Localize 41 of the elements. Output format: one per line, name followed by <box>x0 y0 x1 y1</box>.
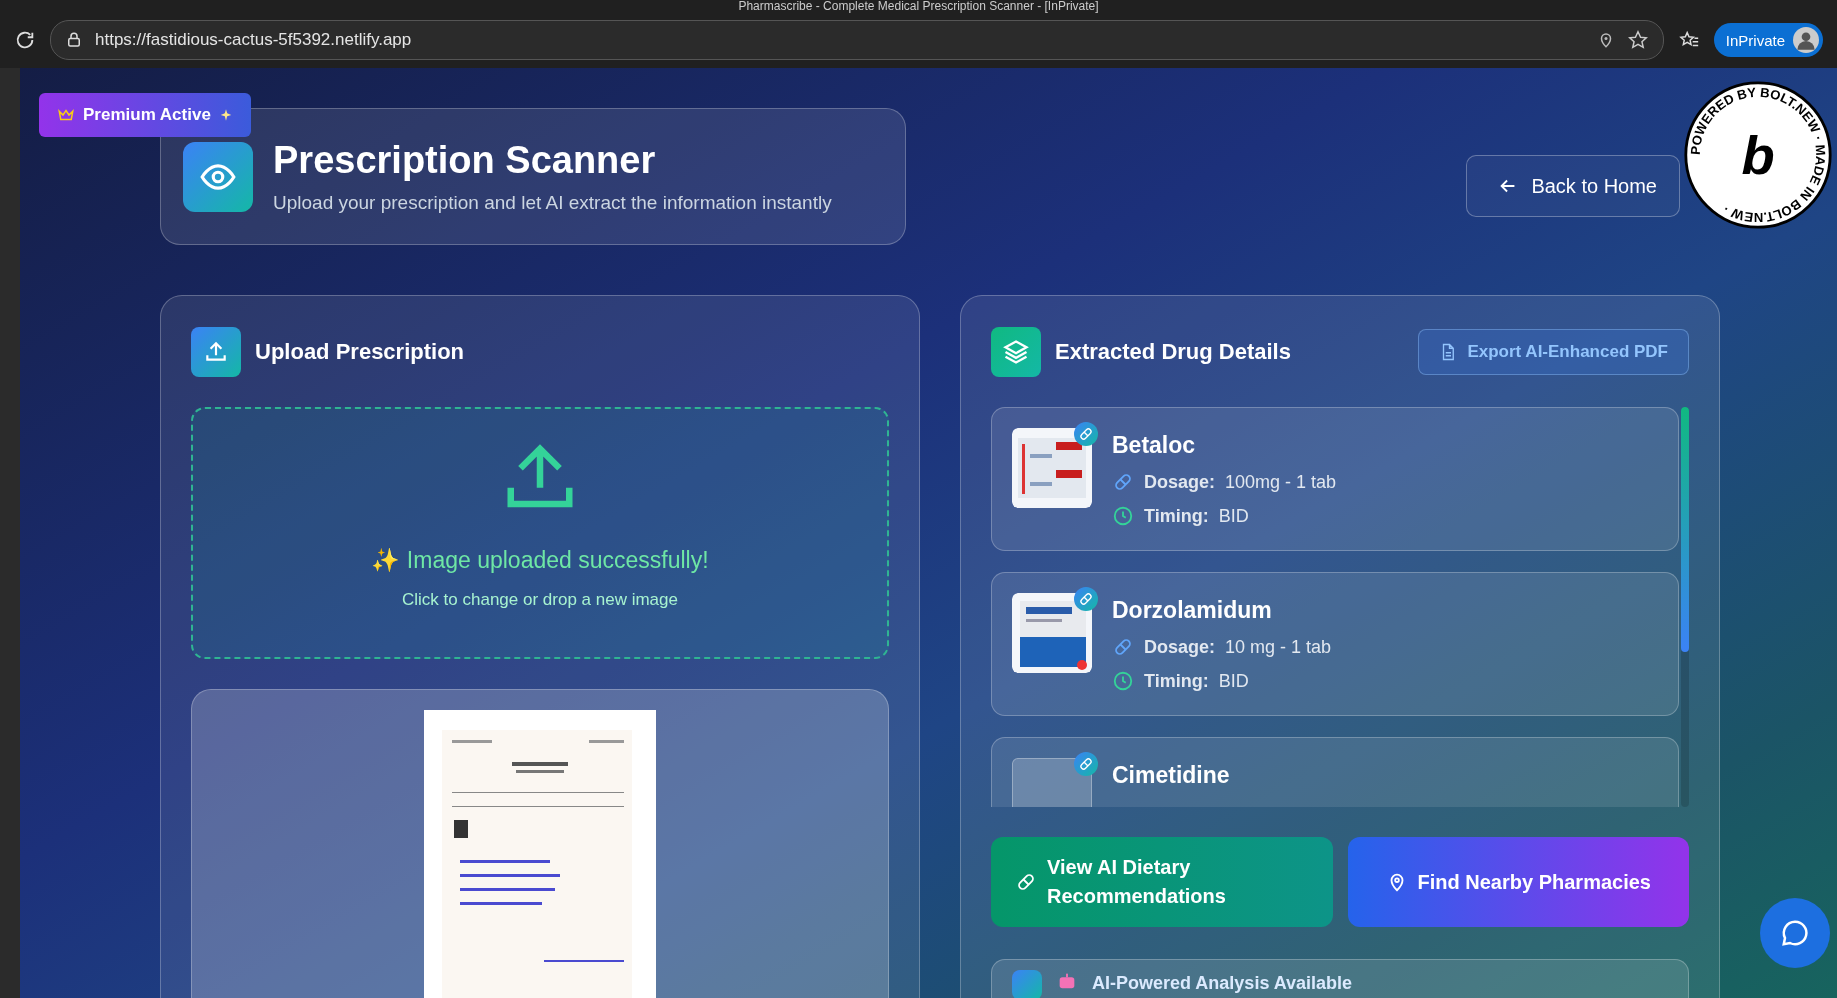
drop-zone[interactable]: ✨ Image uploaded successfully! Click to change or drop a new image <box>191 407 889 659</box>
drug-card[interactable]: Betaloc Dosage: 100mg - 1 tab Timing: BID <box>991 407 1679 551</box>
analysis-title: AI-Powered Analysis Available <box>1092 973 1353 994</box>
eye-icon <box>183 141 253 212</box>
drug-name: Betaloc <box>1112 432 1197 459</box>
page-subtitle: Upload your prescription and let AI extract the information instantly <box>273 192 832 214</box>
field-label: Timing: <box>1144 670 1209 692</box>
lock-icon <box>65 31 83 49</box>
panel-title: Extracted Drug Details <box>1055 339 1291 365</box>
field-label: Dosage: <box>1144 636 1215 658</box>
field-value: BID <box>1218 505 1249 527</box>
avatar-icon <box>1793 27 1819 53</box>
upload-status: ✨ Image uploaded successfully! <box>371 547 709 574</box>
window-title: Pharmascribe - Complete Medical Prescription Scanner - [InPrivate] <box>738 0 1099 12</box>
reload-icon[interactable] <box>14 29 36 51</box>
field-value: 10 mg - 1 tab <box>1225 636 1332 658</box>
field-label: Dosage: <box>1144 471 1215 493</box>
profile-button[interactable]: InPrivate <box>1713 23 1823 57</box>
chat-icon <box>1780 918 1810 948</box>
field-value: BID <box>1218 670 1249 692</box>
upload-hint: Click to change or drop a new image <box>402 590 678 610</box>
action-button[interactable]: Find Nearby Pharmacies <box>1347 837 1689 927</box>
layers-icon <box>991 327 1041 377</box>
field-value: 100mg - 1 tab <box>1225 471 1337 493</box>
address-bar[interactable]: https://fastidious-cactus-5f5392.netlify.app <box>50 20 1664 60</box>
panel-title: Upload Prescription <box>255 339 465 365</box>
clock-icon <box>1112 505 1134 527</box>
back-button[interactable]: Back to Home <box>1466 155 1680 217</box>
url-text: https://fastidious-cactus-5f5392.netlify.app <box>95 30 412 50</box>
upload-icon <box>191 327 241 377</box>
scrollbar[interactable] <box>1681 407 1689 807</box>
clock-icon <box>1112 670 1134 692</box>
action-button[interactable]: View AI Dietary Recommendations <box>991 837 1333 927</box>
drug-card[interactable]: Dorzolamidum Dosage: 10 mg - 1 tab Timing: BID <box>991 572 1679 716</box>
star-icon[interactable] <box>1626 29 1649 51</box>
page-title: Prescription Scanner <box>273 139 657 182</box>
drug-name: Cimetidine <box>1112 762 1230 789</box>
export-button[interactable]: Export AI-Enhanced PDF <box>1418 329 1689 375</box>
field-label: Timing: <box>1144 505 1209 527</box>
drug-name: Dorzolamidum <box>1112 597 1273 624</box>
premium-label: Premium Active <box>83 105 211 125</box>
